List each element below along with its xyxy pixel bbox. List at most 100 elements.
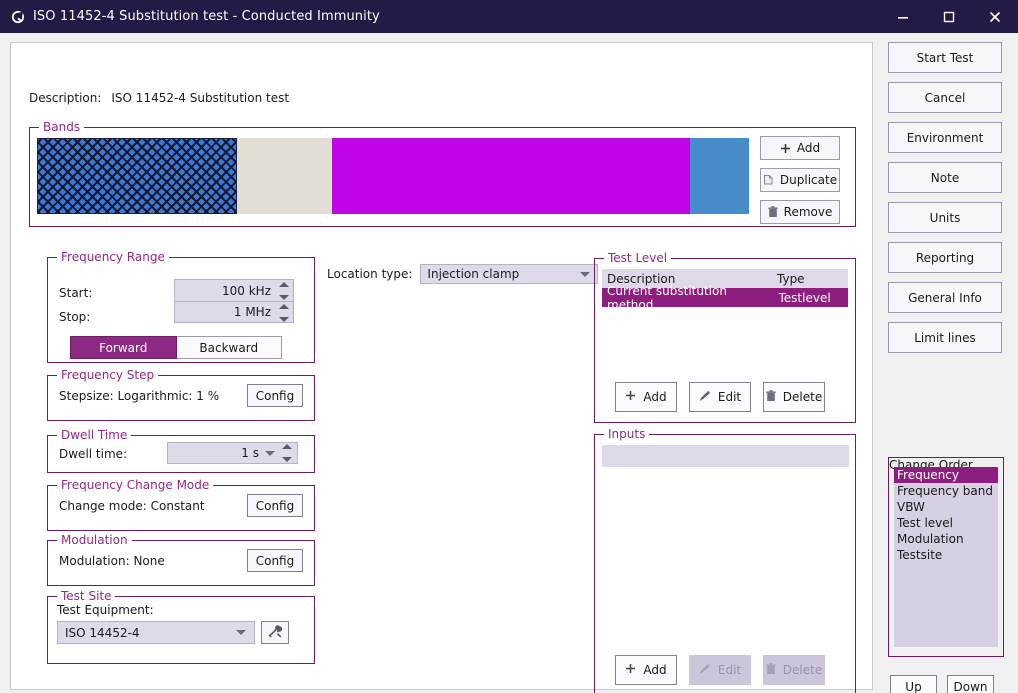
window-body: Description: ISO 11452-4 Substitution te…	[0, 33, 1018, 693]
frequency-change-mode-config-button[interactable]: Config	[247, 494, 303, 517]
title-bar: ISO 11452-4 Substitution test - Conducte…	[0, 0, 1018, 33]
frequency-change-mode-group: Frequency Change Mode Change mode: Const…	[47, 478, 315, 531]
change-order-group: Change Order Frequency Frequency band VB…	[888, 457, 1004, 657]
move-down-button[interactable]: Down	[947, 675, 994, 693]
cancel-button[interactable]: Cancel	[888, 82, 1002, 113]
location-type-select[interactable]: Injection clamp	[420, 264, 599, 284]
band-remove-label: Remove	[783, 205, 833, 219]
minimize-icon[interactable]	[880, 0, 926, 33]
change-order-item-testsite[interactable]: Testsite	[894, 547, 998, 563]
frequency-range-group: Frequency Range Start: Stop: 100 kHz 1 M…	[47, 250, 315, 363]
action-sidebar: Start Test Cancel Environment Note Units…	[888, 42, 1004, 362]
chevron-down-icon[interactable]	[265, 450, 275, 456]
inputs-legend: Inputs	[604, 427, 650, 441]
dwell-time-value: 1 s	[241, 446, 259, 460]
move-up-button[interactable]: Up	[890, 675, 937, 693]
dwell-time-input[interactable]: 1 s	[167, 442, 298, 464]
inputs-add-button[interactable]: Add	[615, 655, 677, 685]
trash-icon	[766, 662, 776, 678]
inputs-delete-button: Delete	[763, 655, 825, 685]
band-add-button[interactable]: Add	[760, 136, 840, 160]
plus-icon	[625, 663, 636, 677]
frequency-step-config-button[interactable]: Config	[247, 384, 303, 407]
test-level-group: Test Level Description Type Current subs…	[594, 251, 856, 423]
start-frequency-stepper[interactable]	[278, 282, 289, 300]
test-equipment-label: Test Equipment:	[57, 603, 154, 617]
test-level-add-button[interactable]: Add	[615, 382, 677, 412]
units-button[interactable]: Units	[888, 202, 1002, 233]
modulation-group: Modulation Modulation: None Config	[47, 533, 315, 586]
test-level-buttons: Add Edit Delete	[615, 382, 825, 412]
dwell-time-stepper[interactable]	[281, 444, 292, 462]
change-order-buttons: Up Down	[890, 675, 994, 693]
test-equipment-select[interactable]: ISO 14452-4	[57, 621, 255, 644]
frequency-range-legend: Frequency Range	[57, 250, 169, 264]
reporting-button[interactable]: Reporting	[888, 242, 1002, 273]
pencil-icon	[699, 390, 711, 405]
dwell-time-legend: Dwell Time	[57, 428, 132, 442]
modulation-legend: Modulation	[57, 533, 132, 547]
table-row[interactable]: Current substitution method Testlevel	[602, 284, 848, 312]
sweep-direction-toggle: Forward Backward	[70, 336, 282, 359]
change-order-item-frequency[interactable]: Frequency	[894, 467, 998, 483]
description-label: Description:	[29, 91, 102, 105]
band-segment-4[interactable]	[689, 138, 749, 214]
window-controls	[880, 0, 1018, 33]
test-level-legend: Test Level	[604, 251, 672, 265]
bands-group: Bands Add Duplicate Remove	[29, 120, 856, 227]
limit-lines-button[interactable]: Limit lines	[888, 322, 1002, 353]
test-site-legend: Test Site	[57, 589, 116, 603]
test-level-delete-label: Delete	[782, 390, 823, 404]
frequency-step-text: Stepsize: Logarithmic: 1 %	[59, 389, 220, 403]
band-remove-button[interactable]: Remove	[760, 200, 840, 224]
change-order-item-test-level[interactable]: Test level	[894, 515, 998, 531]
frequency-step-legend: Frequency Step	[57, 368, 159, 382]
general-info-button[interactable]: General Info	[888, 282, 1002, 313]
band-segment-1[interactable]	[37, 138, 237, 214]
maximize-icon[interactable]	[926, 0, 972, 33]
band-buttons: Add Duplicate Remove	[760, 136, 848, 232]
window-title: ISO 11452-4 Substitution test - Conducte…	[33, 9, 380, 24]
close-icon[interactable]	[972, 0, 1018, 33]
band-segment-3[interactable]	[331, 138, 690, 214]
bands-strip[interactable]	[37, 138, 749, 214]
test-level-edit-button[interactable]: Edit	[689, 382, 751, 412]
change-order-item-frequency-band[interactable]: Frequency band	[894, 483, 998, 499]
modulation-config-button[interactable]: Config	[247, 549, 303, 572]
test-site-group: Test Site Test Equipment: ISO 14452-4	[47, 589, 315, 664]
plus-icon	[780, 143, 791, 154]
frequency-spin-wrap: 100 kHz 1 MHz	[174, 279, 294, 323]
frequency-change-mode-legend: Frequency Change Mode	[57, 478, 214, 492]
stop-frequency-stepper[interactable]	[278, 304, 289, 322]
stop-label: Stop:	[59, 310, 91, 324]
change-order-list[interactable]: Frequency Frequency band VBW Test level …	[894, 467, 998, 647]
direction-backward-button[interactable]: Backward	[176, 336, 282, 359]
direction-forward-button[interactable]: Forward	[70, 336, 177, 359]
copy-icon	[763, 174, 774, 186]
plus-icon	[625, 390, 636, 404]
pencil-icon	[699, 663, 711, 678]
start-test-button[interactable]: Start Test	[888, 42, 1002, 73]
inputs-buttons: Add Edit Delete	[615, 655, 825, 685]
change-order-item-modulation[interactable]: Modulation	[894, 531, 998, 547]
test-level-delete-button[interactable]: Delete	[763, 382, 825, 412]
description-row: Description: ISO 11452-4 Substitution te…	[29, 91, 289, 105]
inputs-delete-label: Delete	[782, 663, 823, 677]
stop-frequency-input[interactable]: 1 MHz	[174, 301, 294, 323]
chevron-down-icon[interactable]	[580, 271, 591, 277]
band-duplicate-button[interactable]: Duplicate	[760, 168, 840, 192]
description-value: ISO 11452-4 Substitution test	[111, 91, 290, 105]
test-equipment-config-button[interactable]	[261, 621, 289, 644]
frequency-change-mode-text: Change mode: Constant	[59, 499, 205, 513]
change-order-item-vbw[interactable]: VBW	[894, 499, 998, 515]
note-button[interactable]: Note	[888, 162, 1002, 193]
chevron-down-icon[interactable]	[236, 630, 246, 635]
test-level-add-label: Add	[643, 390, 667, 404]
start-frequency-input[interactable]: 100 kHz	[174, 279, 294, 301]
inputs-group: Inputs Add Edit Delete	[594, 427, 856, 693]
inputs-edit-button: Edit	[689, 655, 751, 685]
band-duplicate-label: Duplicate	[779, 173, 838, 187]
environment-button[interactable]: Environment	[888, 122, 1002, 153]
trash-icon	[766, 389, 776, 405]
band-segment-2[interactable]	[236, 138, 332, 214]
